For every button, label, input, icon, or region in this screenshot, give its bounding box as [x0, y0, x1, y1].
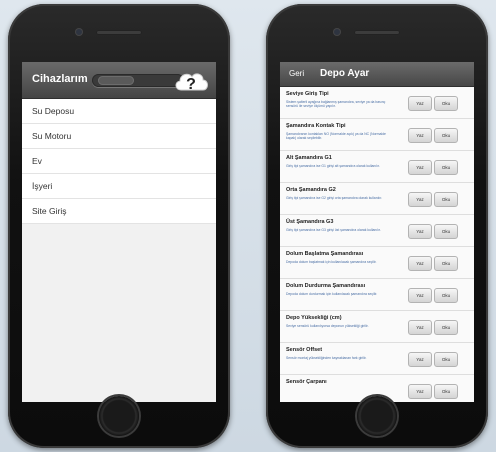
- read-button[interactable]: Oku: [434, 128, 458, 143]
- read-button[interactable]: Oku: [434, 160, 458, 175]
- setting-title: Üst Şamandıra G3: [286, 219, 334, 225]
- list-item[interactable]: Ev: [22, 149, 216, 174]
- read-button[interactable]: Oku: [434, 384, 458, 399]
- write-button[interactable]: Yaz: [408, 224, 432, 239]
- setting-title: Sensör Offset: [286, 347, 323, 353]
- setting-row: Sensör Offset Sensör montaj yüksekliğind…: [280, 343, 474, 375]
- setting-description: Sistem şalterli ayağına bağlanmış şamand…: [286, 100, 386, 109]
- left-nav-bar: Cihazlarım ?: [22, 62, 216, 99]
- read-button[interactable]: Oku: [434, 96, 458, 111]
- setting-description: Şamandıranın kontakları NO (Normalde açı…: [286, 132, 386, 141]
- list-item[interactable]: İşyeri: [22, 174, 216, 199]
- home-button[interactable]: [99, 396, 139, 436]
- left-screen: Cihazlarım ? Su Deposu Su Motoru Ev İşye…: [22, 62, 216, 402]
- speaker-grille: [354, 30, 400, 35]
- list-item[interactable]: Su Deposu: [22, 99, 216, 124]
- right-phone-frame: Geri Depo Ayar Seviye Giriş Tipi Sistem …: [266, 4, 488, 448]
- write-button[interactable]: Yaz: [408, 288, 432, 303]
- setting-title: Dolum Durdurma Şamandırası: [286, 283, 366, 289]
- device-list: Su Deposu Su Motoru Ev İşyeri Site Giriş: [22, 99, 216, 224]
- setting-row: Seviye Giriş Tipi Sistem şalterli ayağın…: [280, 87, 474, 119]
- setting-title: Şamandıra Kontak Tipi: [286, 123, 346, 129]
- setting-title: Sensör Çarpanı: [286, 379, 327, 385]
- write-button[interactable]: Yaz: [408, 160, 432, 175]
- write-button[interactable]: Yaz: [408, 352, 432, 367]
- page-title: Depo Ayar: [320, 68, 370, 79]
- write-button[interactable]: Yaz: [408, 128, 432, 143]
- svg-text:?: ?: [186, 76, 196, 93]
- right-nav-bar: Geri Depo Ayar: [280, 62, 474, 87]
- back-button[interactable]: Geri: [289, 69, 304, 78]
- setting-description: Sensör montaj yüksekliğinden kaynaklanan…: [286, 356, 367, 360]
- home-button[interactable]: [357, 396, 397, 436]
- write-button[interactable]: Yaz: [408, 320, 432, 335]
- setting-description: Giriş tipi şamandıra ise G3 girişi üst ş…: [286, 228, 381, 232]
- read-button[interactable]: Oku: [434, 224, 458, 239]
- list-item[interactable]: Su Motoru: [22, 124, 216, 149]
- write-button[interactable]: Yaz: [408, 96, 432, 111]
- setting-row: Üst Şamandıra G3 Giriş tipi şamandıra is…: [280, 215, 474, 247]
- toggle-knob: [98, 76, 134, 85]
- setting-title: Dolum Başlatma Şamandırası: [286, 251, 364, 257]
- write-button[interactable]: Yaz: [408, 256, 432, 271]
- setting-row: Dolum Başlatma Şamandırası Depoda dolum …: [280, 247, 474, 279]
- setting-description: Seviye sensörü kullanılıyorsa deponun yü…: [286, 324, 369, 328]
- read-button[interactable]: Oku: [434, 192, 458, 207]
- read-button[interactable]: Oku: [434, 288, 458, 303]
- read-button[interactable]: Oku: [434, 320, 458, 335]
- settings-list: Seviye Giriş Tipi Sistem şalterli ayağın…: [280, 87, 474, 402]
- read-button[interactable]: Oku: [434, 256, 458, 271]
- setting-row: Orta Şamandıra G2 Giriş tipi şamandıra i…: [280, 183, 474, 215]
- right-screen: Geri Depo Ayar Seviye Giriş Tipi Sistem …: [280, 62, 474, 402]
- cloud-help-icon: ?: [175, 73, 208, 93]
- setting-title: Seviye Giriş Tipi: [286, 91, 329, 97]
- setting-title: Depo Yüksekliği (cm): [286, 315, 342, 321]
- speaker-grille: [96, 30, 142, 35]
- front-camera: [333, 28, 341, 36]
- left-phone-frame: Cihazlarım ? Su Deposu Su Motoru Ev İşye…: [8, 4, 230, 448]
- setting-description: Giriş tipi şamandıra ise G2 girişi orta …: [286, 196, 383, 200]
- setting-description: Giriş tipi şamandıra ise G1 girişi alt ş…: [286, 164, 380, 168]
- front-camera: [75, 28, 83, 36]
- setting-row: Depo Yüksekliği (cm) Seviye sensörü kull…: [280, 311, 474, 343]
- setting-description: Depoda dolum başlatmak için kullanılacak…: [286, 260, 377, 264]
- setting-title: Orta Şamandıra G2: [286, 187, 336, 193]
- cloud-help-button[interactable]: ?: [172, 64, 210, 96]
- list-item[interactable]: Site Giriş: [22, 199, 216, 224]
- setting-row: Dolum Durdurma Şamandırası Depoda dolum …: [280, 279, 474, 311]
- read-button[interactable]: Oku: [434, 352, 458, 367]
- write-button[interactable]: Yaz: [408, 192, 432, 207]
- setting-row: Alt Şamandıra G1 Giriş tipi şamandıra is…: [280, 151, 474, 183]
- setting-row: Şamandıra Kontak Tipi Şamandıranın konta…: [280, 119, 474, 151]
- setting-description: Depoda dolum durdurmak için kullanılacak…: [286, 292, 378, 296]
- write-button[interactable]: Yaz: [408, 384, 432, 399]
- setting-title: Alt Şamandıra G1: [286, 155, 332, 161]
- toggle-switch[interactable]: [92, 74, 184, 87]
- page-title: Cihazlarım: [32, 73, 88, 85]
